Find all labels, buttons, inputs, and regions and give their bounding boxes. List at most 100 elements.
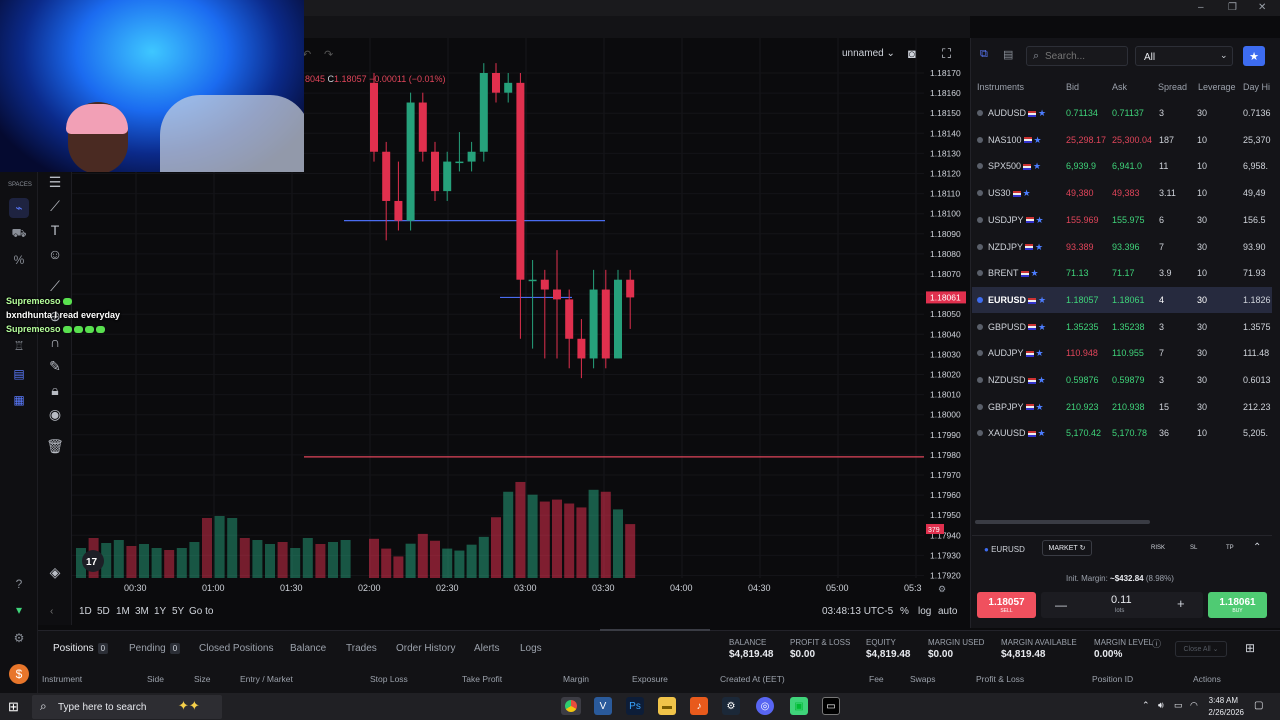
favorite-star-icon[interactable]: ★ bbox=[1034, 135, 1042, 145]
favorite-star-icon[interactable]: ★ bbox=[1033, 161, 1041, 171]
positions-column-header[interactable]: Position ID bbox=[1092, 674, 1133, 684]
positions-tab[interactable]: Trades bbox=[346, 643, 377, 654]
info-icon[interactable]: ⓘ bbox=[1152, 637, 1161, 650]
instrument-row[interactable]: NZDJPY ★ 93.389 93.396 7 30 93.90 bbox=[972, 234, 1272, 260]
app-green-icon[interactable]: ▣ bbox=[790, 697, 808, 715]
cursor-lines-icon[interactable]: ☰ bbox=[44, 171, 66, 193]
calculator-icon[interactable]: ▦ bbox=[9, 390, 29, 410]
instrument-row[interactable]: USDJPY ★ 155.969 155.975 6 30 156.5 bbox=[972, 207, 1272, 233]
text-icon[interactable]: T bbox=[44, 219, 66, 241]
percent-icon[interactable]: % bbox=[9, 250, 29, 270]
column-header[interactable]: Instruments bbox=[977, 82, 1024, 92]
timeframe-button[interactable]: 5Y bbox=[172, 606, 184, 617]
favorite-star-icon[interactable]: ★ bbox=[1038, 375, 1046, 385]
minus-button[interactable]: — bbox=[1055, 598, 1067, 612]
instrument-search[interactable]: ⌕ bbox=[1026, 46, 1128, 66]
network-icon[interactable]: ▭ bbox=[1174, 700, 1183, 711]
taskbar-date[interactable]: 2/26/2026 bbox=[1200, 708, 1244, 717]
favorite-star-icon[interactable]: ★ bbox=[1036, 215, 1044, 225]
favorites-star-icon[interactable]: ★ bbox=[1243, 46, 1265, 66]
lock-icon[interactable]: 🔒︎ bbox=[44, 379, 66, 401]
tray-chevron-icon[interactable]: ⌃ bbox=[1142, 700, 1150, 711]
positions-column-header[interactable]: Exposure bbox=[632, 674, 668, 684]
trash-icon[interactable]: 🗑︎ bbox=[44, 435, 66, 457]
column-header[interactable]: Ask bbox=[1112, 82, 1127, 92]
positions-column-header[interactable]: Margin bbox=[563, 674, 589, 684]
positions-tab[interactable]: Positions 0 bbox=[53, 643, 109, 654]
robot-icon[interactable]: ♖ bbox=[9, 336, 29, 356]
chart-option-button[interactable]: log bbox=[918, 606, 931, 617]
timeframe-button[interactable]: 3M bbox=[135, 606, 149, 617]
layout-name[interactable]: unnamed ⌄ bbox=[842, 48, 895, 59]
instrument-row[interactable]: NZDUSD ★ 0.59876 0.59879 3 30 0.6013 bbox=[972, 367, 1272, 393]
filter-select[interactable]: All ⌄ bbox=[1135, 46, 1233, 66]
cart-icon[interactable]: ⛟ bbox=[9, 224, 29, 244]
volume-icon[interactable]: 🔊︎ bbox=[1158, 700, 1164, 711]
trend-line-icon[interactable]: ⟋ bbox=[44, 195, 66, 217]
taskbar-search[interactable]: ⌕ Type here to search ✦✦ bbox=[32, 695, 222, 719]
wifi-icon[interactable]: ◠ bbox=[1190, 700, 1198, 711]
windows-start-icon[interactable]: ⊞ bbox=[8, 699, 19, 715]
column-header[interactable]: Leverage bbox=[1198, 82, 1236, 92]
positions-column-header[interactable]: Swaps bbox=[910, 674, 936, 684]
watchlist-view-icon[interactable]: ⧉ bbox=[980, 48, 1000, 66]
fl-studio-icon[interactable]: ♪ bbox=[690, 697, 708, 715]
collapse-left-icon[interactable]: ‹ bbox=[50, 606, 53, 617]
favorite-star-icon[interactable]: ★ bbox=[1038, 295, 1046, 305]
sl-button[interactable]: SL bbox=[1190, 545, 1197, 551]
positions-tab[interactable]: Order History bbox=[396, 643, 455, 654]
calendar-view-icon[interactable]: ▤ bbox=[1003, 48, 1023, 66]
redo-icon[interactable]: ↷ bbox=[324, 48, 333, 61]
positions-column-header[interactable]: Entry / Market bbox=[240, 674, 293, 684]
instrument-row[interactable]: SPX500 ★ 6,939.9 6,941.0 11 10 6,958. bbox=[972, 153, 1272, 179]
deposit-icon[interactable]: $ bbox=[9, 664, 29, 684]
taskbar-time[interactable]: 3:48 AM bbox=[1206, 696, 1238, 705]
instrument-row[interactable]: BRENT ★ 71.13 71.17 3.9 10 71.93 bbox=[972, 260, 1272, 286]
instrument-row[interactable]: US30 ★ 49,380 49,383 3.11 10 49,49 bbox=[972, 180, 1272, 206]
horizontal-scrollbar[interactable] bbox=[975, 520, 1150, 524]
help-icon[interactable]: ? bbox=[9, 574, 29, 594]
timeframe-button[interactable]: 1Y bbox=[154, 606, 166, 617]
notifications-icon[interactable]: ▢ bbox=[1254, 700, 1263, 711]
column-header[interactable]: Bid bbox=[1066, 82, 1079, 92]
shield-icon[interactable]: ▾ bbox=[9, 600, 29, 620]
timeframe-button[interactable]: 5D bbox=[97, 606, 110, 617]
favorite-star-icon[interactable]: ★ bbox=[1036, 402, 1044, 412]
positions-tab[interactable]: Balance bbox=[290, 643, 326, 654]
positions-tab[interactable]: Pending 0 bbox=[129, 643, 181, 654]
positions-column-header[interactable]: Created At (EET) bbox=[720, 674, 785, 684]
eye-icon[interactable]: ◉ bbox=[44, 403, 66, 425]
camera-icon[interactable]: ◙ bbox=[908, 46, 916, 61]
favorite-star-icon[interactable]: ★ bbox=[1036, 348, 1044, 358]
timeframe-button[interactable]: 1D bbox=[79, 606, 92, 617]
pencil-lock-icon[interactable]: ✎ bbox=[44, 355, 66, 377]
positions-tab[interactable]: Closed Positions bbox=[199, 643, 273, 654]
lots-value[interactable]: 0.11 bbox=[1111, 594, 1132, 606]
instrument-row[interactable]: EURUSD ★ 1.18057 1.18061 4 30 1.1826 bbox=[972, 286, 1272, 313]
folder-icon[interactable]: ▬ bbox=[658, 697, 676, 715]
panel-resize-handle[interactable] bbox=[600, 629, 710, 631]
positions-tab[interactable]: Alerts bbox=[474, 643, 500, 654]
instrument-row[interactable]: GBPUSD ★ 1.35235 1.35238 3 30 1.3575 bbox=[972, 314, 1272, 340]
fullscreen-icon[interactable]: ⛶ bbox=[942, 46, 951, 62]
column-header[interactable]: Day Hi bbox=[1243, 82, 1270, 92]
instrument-row[interactable]: NAS100 ★ 25,298.17 25,300.04 187 10 25,370 bbox=[972, 127, 1272, 153]
positions-column-header[interactable]: Fee bbox=[869, 674, 884, 684]
timeframe-button[interactable]: Go to bbox=[189, 606, 213, 617]
plus-button[interactable]: + bbox=[1177, 596, 1185, 611]
instrument-row[interactable]: AUDJPY ★ 110.948 110.955 7 30 111.48 bbox=[972, 340, 1272, 366]
sell-button[interactable]: 1.18057 SELL bbox=[977, 592, 1036, 618]
minimize-icon[interactable]: – bbox=[1198, 2, 1204, 13]
chart-option-button[interactable]: auto bbox=[938, 606, 957, 617]
positions-column-header[interactable]: Take Profit bbox=[462, 674, 502, 684]
layers-icon[interactable]: ◈ bbox=[44, 561, 66, 583]
order-type-toggle[interactable]: MARKET ↻ bbox=[1042, 540, 1092, 556]
favorite-star-icon[interactable]: ★ bbox=[1031, 268, 1039, 278]
favorite-star-icon[interactable]: ★ bbox=[1035, 242, 1043, 252]
positions-column-header[interactable]: Instrument bbox=[42, 674, 82, 684]
discord-icon[interactable]: ◎ bbox=[756, 697, 774, 715]
ruler-icon[interactable]: ⟋ bbox=[44, 275, 66, 297]
lots-stepper[interactable]: — 0.11 lots + bbox=[1041, 592, 1203, 618]
positions-column-header[interactable]: Side bbox=[147, 674, 164, 684]
favorite-star-icon[interactable]: ★ bbox=[1038, 428, 1046, 438]
